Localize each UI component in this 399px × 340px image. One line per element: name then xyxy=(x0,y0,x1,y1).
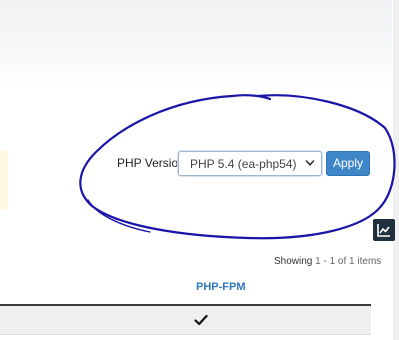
showing-label: Showing xyxy=(274,256,313,267)
column-header-php-fpm[interactable]: PHP-FPM xyxy=(196,281,246,293)
apply-button[interactable]: Apply xyxy=(326,151,370,176)
pagination-summary: Showing 1 - 1 of 1 items xyxy=(274,256,381,267)
table-row xyxy=(0,306,371,335)
showing-range: 1 - 1 of 1 items xyxy=(315,256,382,267)
chevron-down-icon xyxy=(305,160,315,166)
check-icon xyxy=(194,314,208,326)
php-version-select[interactable]: PHP 5.4 (ea-php54) xyxy=(178,151,322,176)
top-shaded-area xyxy=(0,0,392,86)
scrollbar[interactable] xyxy=(393,0,399,340)
notice-strip xyxy=(0,150,8,210)
chart-toggle-button[interactable] xyxy=(373,219,395,241)
php-version-selected-value: PHP 5.4 (ea-php54) xyxy=(190,157,297,171)
page-region: PHP Version PHP 5.4 (ea-php54) Apply Sho… xyxy=(0,0,399,340)
trend-chart-icon xyxy=(377,224,390,237)
php-version-label: PHP Version xyxy=(117,156,185,170)
